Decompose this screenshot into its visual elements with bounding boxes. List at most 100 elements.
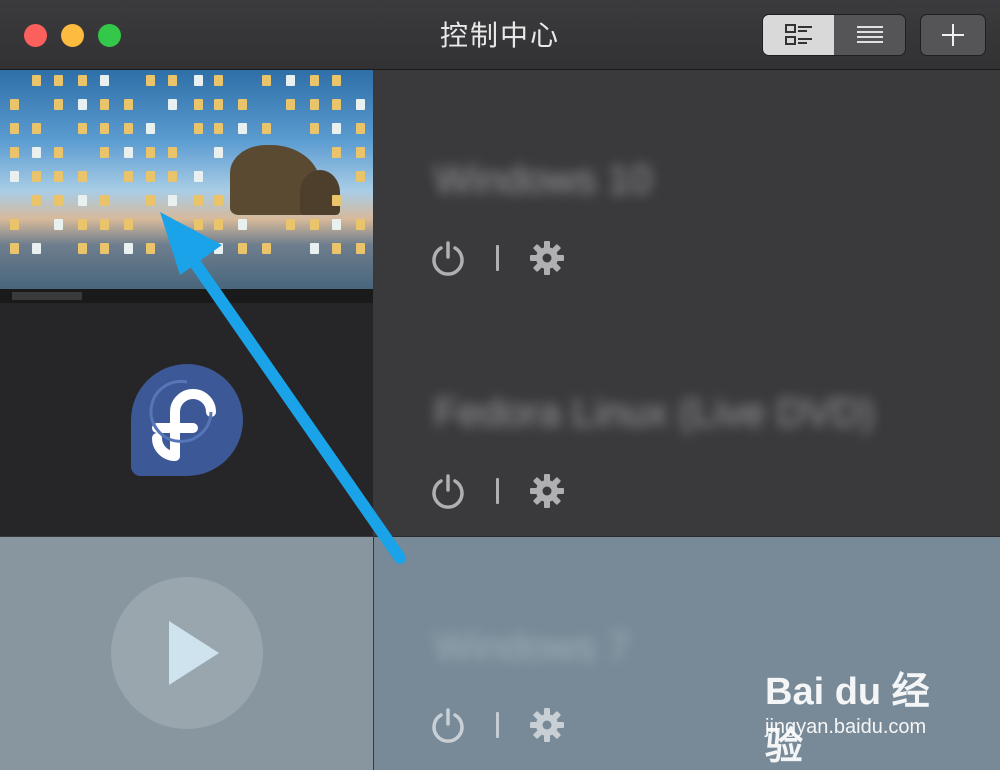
desktop-file-icon xyxy=(214,147,223,158)
desktop-file-icon xyxy=(78,219,87,230)
desktop-file-icon xyxy=(78,123,87,134)
desktop-file-icon xyxy=(194,219,203,230)
desktop-file-icon xyxy=(54,75,63,86)
gear-icon[interactable] xyxy=(529,473,565,509)
desktop-file-icon xyxy=(32,195,41,206)
vm-name: Fedora Linux (Live DVD) xyxy=(434,391,875,435)
desktop-file-icon xyxy=(194,195,203,206)
desktop-file-icon xyxy=(32,75,41,86)
desktop-file-icon xyxy=(32,171,41,182)
fedora-logo xyxy=(130,364,243,476)
taskbar xyxy=(0,289,373,303)
desktop-file-icon xyxy=(214,243,223,254)
detail-list-icon xyxy=(784,24,812,45)
desktop-file-icon xyxy=(238,123,247,134)
desktop-file-icon xyxy=(54,99,63,110)
desktop-file-icon xyxy=(54,171,63,182)
desktop-file-icon xyxy=(124,219,133,230)
desktop-file-icon xyxy=(32,123,41,134)
desktop-file-icon xyxy=(262,123,271,134)
desktop-file-icon xyxy=(146,75,155,86)
separator xyxy=(496,245,499,271)
desktop-file-icon xyxy=(32,243,41,254)
desktop-file-icon xyxy=(332,123,341,134)
desktop-file-icon xyxy=(310,99,319,110)
play-button[interactable] xyxy=(111,577,263,729)
vm-controls xyxy=(430,471,565,511)
desktop-file-icon xyxy=(146,171,155,182)
desktop-file-icon xyxy=(238,219,247,230)
desktop-file-icon xyxy=(10,171,19,182)
vm-name: Windows 7 xyxy=(434,625,630,669)
desktop-file-icon xyxy=(356,147,365,158)
desktop-file-icon xyxy=(124,147,133,158)
desktop-file-icon xyxy=(356,243,365,254)
vm-row[interactable]: Windows 10 xyxy=(0,70,1000,304)
desktop-file-icon xyxy=(214,75,223,86)
vm-info: Fedora Linux (Live DVD) xyxy=(374,303,1000,537)
desktop-file-icon xyxy=(356,99,365,110)
desktop-file-icon xyxy=(194,243,203,254)
desktop-file-icon xyxy=(146,243,155,254)
desktop-file-icon xyxy=(54,147,63,158)
desktop-file-icon xyxy=(78,99,87,110)
control-center-window: 控制中心 Windows 10 Fedora Linux (Live DVD) … xyxy=(0,0,1000,770)
desktop-file-icon xyxy=(168,75,177,86)
desktop-file-icon xyxy=(100,219,109,230)
desktop-file-icon xyxy=(124,123,133,134)
desktop-file-icon xyxy=(214,219,223,230)
desktop-file-icon xyxy=(168,147,177,158)
desktop-file-icon xyxy=(332,219,341,230)
power-icon[interactable] xyxy=(430,240,466,276)
desktop-file-icon xyxy=(238,99,247,110)
desktop-file-icon xyxy=(332,243,341,254)
desktop-file-icon xyxy=(54,219,63,230)
gear-icon[interactable] xyxy=(529,240,565,276)
compact-view-button[interactable] xyxy=(834,15,905,55)
desktop-file-icon xyxy=(10,219,19,230)
watermark-url: jingyan.baidu.com xyxy=(765,716,927,738)
desktop-file-icon xyxy=(146,123,155,134)
desktop-file-icon xyxy=(78,75,87,86)
power-icon[interactable] xyxy=(430,707,466,743)
vm-name: Windows 10 xyxy=(434,158,652,202)
desktop-file-icon xyxy=(10,123,19,134)
desktop-file-icon xyxy=(100,123,109,134)
desktop-file-icon xyxy=(286,75,295,86)
desktop-file-icon xyxy=(310,123,319,134)
desktop-file-icon xyxy=(124,243,133,254)
add-vm-button[interactable] xyxy=(921,15,985,55)
desktop-file-icon xyxy=(100,99,109,110)
desktop-file-icon xyxy=(168,99,177,110)
desktop-file-icon xyxy=(10,99,19,110)
title-bar: 控制中心 xyxy=(0,0,1000,70)
watermark-logo: Bai du 经验 xyxy=(765,671,930,768)
desktop-file-icon xyxy=(10,147,19,158)
desktop-file-icon xyxy=(332,75,341,86)
desktop-file-icon xyxy=(286,219,295,230)
desktop-file-icon xyxy=(332,99,341,110)
vm-row[interactable]: Fedora Linux (Live DVD) xyxy=(0,303,1000,537)
vm-thumbnail[interactable] xyxy=(0,537,373,770)
separator xyxy=(496,712,499,738)
desktop-file-icon xyxy=(146,147,155,158)
desktop-file-icon xyxy=(214,195,223,206)
desktop-file-icon xyxy=(310,75,319,86)
vm-thumbnail[interactable] xyxy=(0,303,373,536)
desktop-file-icon xyxy=(194,171,203,182)
power-icon[interactable] xyxy=(430,473,466,509)
desktop-file-icon xyxy=(100,243,109,254)
vm-controls xyxy=(430,705,565,745)
desktop-file-icon xyxy=(124,171,133,182)
desktop-file-icon xyxy=(10,243,19,254)
detail-view-button[interactable] xyxy=(763,15,834,55)
desktop-file-icon xyxy=(32,147,41,158)
vm-thumbnail[interactable] xyxy=(0,70,373,303)
desktop-file-icon xyxy=(194,75,203,86)
desktop-file-icon xyxy=(356,171,365,182)
windows-desktop-screenshot xyxy=(0,70,373,303)
desktop-file-icon xyxy=(168,171,177,182)
desktop-file-icon xyxy=(78,171,87,182)
gear-icon[interactable] xyxy=(529,707,565,743)
desktop-file-icon xyxy=(310,243,319,254)
